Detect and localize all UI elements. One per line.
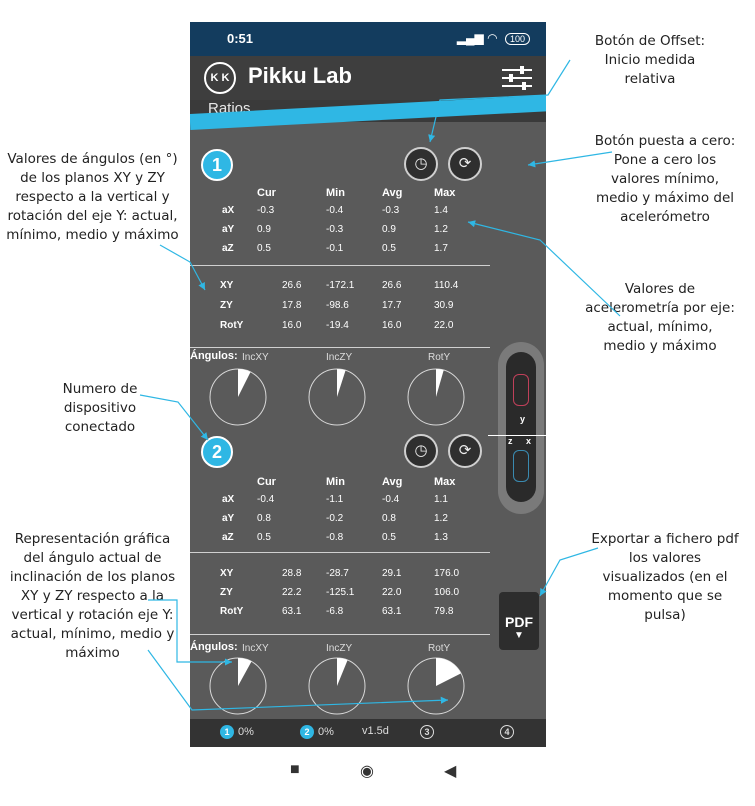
arrow-graph-2 [147, 649, 449, 711]
arrow-export [539, 547, 599, 597]
arrow-angle-values [159, 244, 206, 291]
arrow-offset [428, 59, 571, 143]
arrow-graph-1 [148, 599, 232, 666]
annotation-arrows [139, 59, 621, 711]
arrow-device-number [139, 394, 209, 441]
arrow-reset [527, 151, 613, 168]
arrow-accel-values [467, 220, 621, 317]
